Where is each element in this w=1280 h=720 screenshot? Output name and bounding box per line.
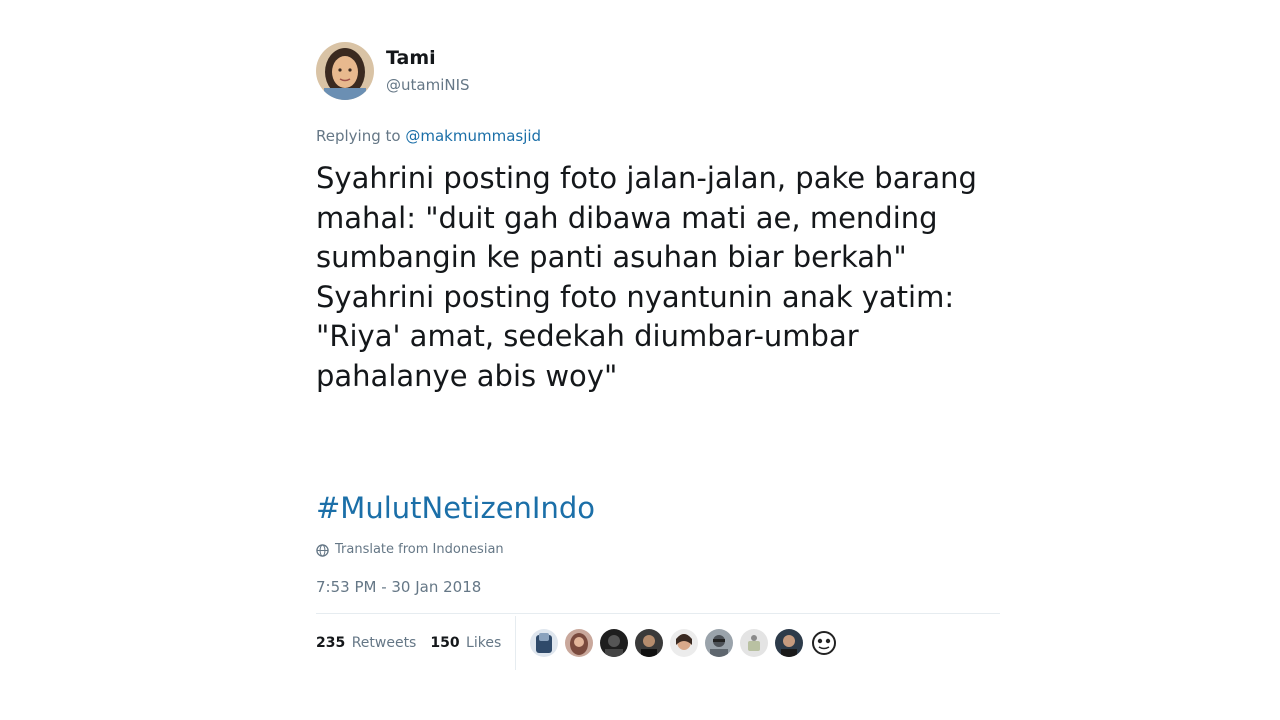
retweets-stat[interactable]: 235 Retweets <box>316 635 416 651</box>
tweet-text-line: mahal: "duit gah dibawa mati ae, mending <box>316 200 938 235</box>
liker-avatar[interactable] <box>705 629 734 657</box>
tweet-text-line: pahalanye abis woy" <box>316 358 618 393</box>
liker-avatar[interactable] <box>565 629 594 657</box>
user-avatar[interactable] <box>316 42 374 100</box>
retweets-count: 235 <box>316 635 346 651</box>
tweet-text-line: Syahrini posting foto jalan-jalan, pake … <box>316 161 977 195</box>
user-handle[interactable]: @utamiNIS <box>386 74 470 96</box>
tweet-stats: 235 Retweets 150 Likes <box>316 614 1000 672</box>
liker-avatar[interactable] <box>530 629 559 657</box>
liker-avatar[interactable] <box>600 629 629 657</box>
tweet-timestamp[interactable]: 7:53 PM - 30 Jan 2018 <box>316 577 1000 597</box>
liker-avatar[interactable] <box>670 629 699 657</box>
translate-label: Translate from Indonesian <box>335 542 504 557</box>
liker-avatar[interactable] <box>635 629 664 657</box>
likes-count: 150 <box>430 635 460 651</box>
replying-to: Replying to @makmummasjid <box>316 126 1000 146</box>
replying-to-label: Replying to <box>316 127 401 145</box>
hashtag-link[interactable]: #MulutNetizenIndo <box>316 489 1000 527</box>
user-display-name[interactable]: Tami <box>386 46 470 70</box>
reply-mention-link[interactable]: @makmummasjid <box>405 127 541 145</box>
liker-avatar[interactable] <box>810 629 839 657</box>
liker-avatar[interactable] <box>775 629 804 657</box>
globe-icon <box>316 543 329 557</box>
likes-label: Likes <box>466 635 502 651</box>
likes-stat[interactable]: 150 Likes <box>430 635 501 651</box>
translate-button[interactable]: Translate from Indonesian <box>316 541 1000 559</box>
retweets-label: Retweets <box>351 635 417 651</box>
user-names: Tami @utamiNIS <box>386 46 470 96</box>
liker-avatars <box>530 629 845 657</box>
tweet-card: Tami @utamiNIS Replying to @makmummasjid… <box>316 40 1000 672</box>
tweet-text-line: "Riya' amat, sedekah diumbar-umbar <box>316 319 859 353</box>
tweet-header: Tami @utamiNIS <box>316 40 1000 102</box>
stats-separator <box>515 616 517 670</box>
tweet-text-line: Syahrini posting foto nyantunin anak yat… <box>316 279 955 314</box>
liker-avatar[interactable] <box>740 629 769 657</box>
tweet-text-line: sumbangin ke panti asuhan biar berkah" <box>316 240 907 274</box>
tweet-text: Syahrini posting foto jalan-jalan, pake … <box>316 159 1000 396</box>
